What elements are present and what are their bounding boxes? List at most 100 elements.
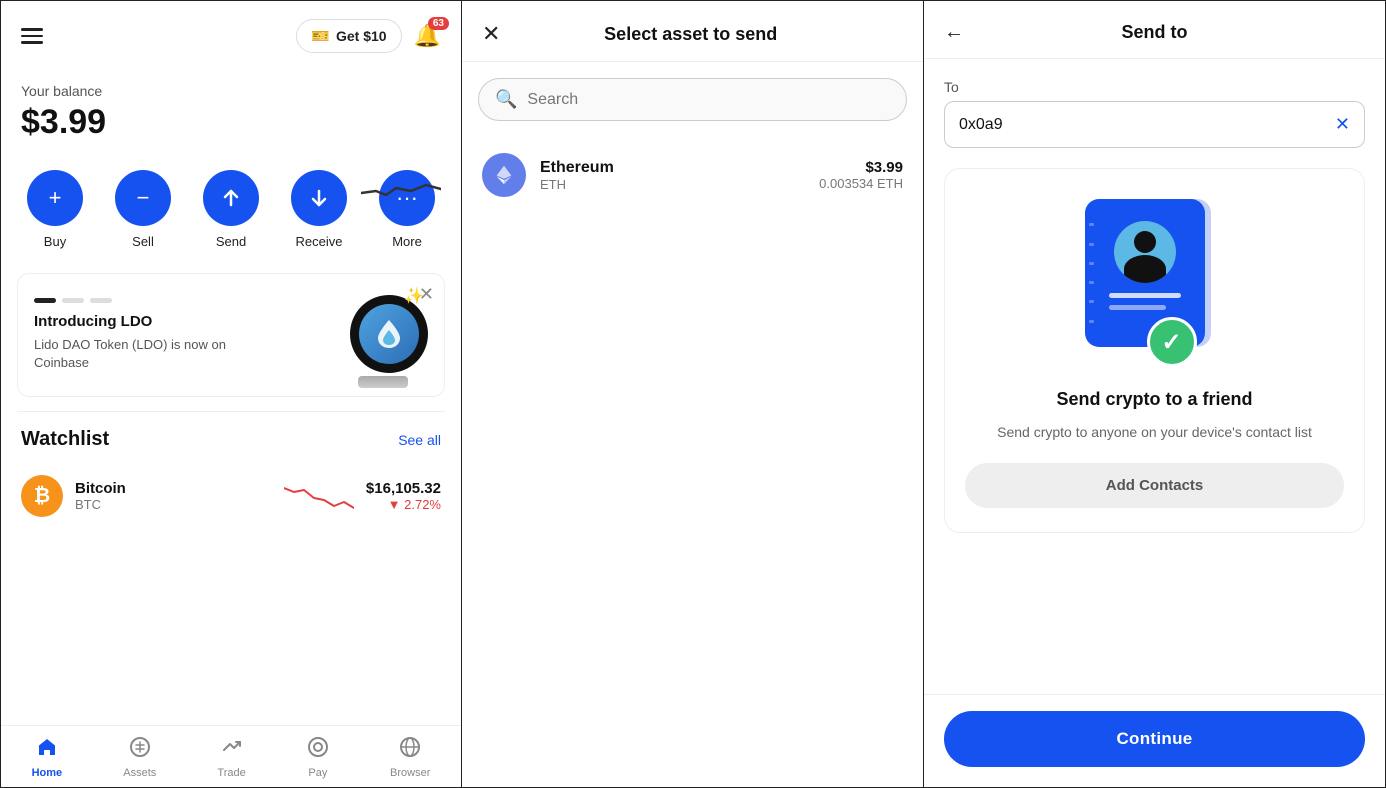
- btc-info: Bitcoin BTC: [75, 480, 272, 512]
- search-icon: 🔍: [495, 89, 517, 110]
- eth-asset-row[interactable]: Ethereum ETH $3.99 0.003534 ETH: [462, 137, 923, 213]
- send-friend-card: ✓ Send crypto to a friend Send crypto to…: [944, 168, 1365, 533]
- receive-label: Receive: [296, 234, 343, 249]
- eth-crypto-amount: 0.003534 ETH: [819, 176, 903, 191]
- receive-button[interactable]: [291, 170, 347, 226]
- card-lines: [1109, 293, 1181, 310]
- briefcase-icon: 🎫: [311, 27, 330, 45]
- nav-home[interactable]: Home: [32, 736, 63, 779]
- buy-label: Buy: [44, 234, 66, 249]
- browser-icon: [399, 736, 421, 764]
- send-to-title: Send to: [980, 22, 1329, 43]
- get-money-label: Get $10: [336, 28, 387, 44]
- promo-dot-2: [62, 298, 84, 303]
- send-friend-desc: Send crypto to anyone on your device's c…: [997, 422, 1312, 443]
- eth-info: Ethereum ETH: [540, 159, 805, 192]
- search-input[interactable]: [527, 91, 890, 109]
- star-icon: ✨: [404, 286, 424, 306]
- nav-assets-label: Assets: [123, 767, 156, 779]
- btc-chart: [284, 478, 354, 514]
- menu-icon[interactable]: [21, 28, 43, 44]
- nav-browser-label: Browser: [390, 767, 430, 779]
- search-bar[interactable]: 🔍: [478, 78, 907, 121]
- btc-price: $16,105.32: [366, 480, 441, 497]
- send-button[interactable]: [203, 170, 259, 226]
- promo-description: Lido DAO Token (LDO) is now on Coinbase: [34, 336, 234, 372]
- clear-address-button[interactable]: ✕: [1335, 114, 1350, 135]
- nav-browser[interactable]: Browser: [390, 736, 430, 779]
- to-input-wrap[interactable]: 0x0a9 ✕: [944, 101, 1365, 148]
- pay-icon: [307, 736, 329, 764]
- balance-label: Your balance: [21, 83, 441, 99]
- back-button[interactable]: ←: [944, 21, 964, 44]
- send-friend-title: Send crypto to a friend: [1056, 389, 1252, 410]
- sell-label: Sell: [132, 234, 154, 249]
- promo-dots: [34, 298, 234, 303]
- home-icon: [36, 736, 58, 764]
- promo-title: Introducing LDO: [34, 313, 234, 330]
- btc-ticker: BTC: [75, 497, 272, 512]
- nav-trade[interactable]: Trade: [217, 736, 245, 779]
- see-all-link[interactable]: See all: [398, 432, 441, 448]
- sell-button-wrap: − Sell: [115, 170, 171, 249]
- panel-select-asset: ✕ Select asset to send 🔍 Ethereum ETH $3…: [462, 0, 924, 788]
- home-header: 🎫 Get $10 🔔 63: [1, 1, 461, 63]
- btc-asset-row[interactable]: ₿ Bitcoin BTC $16,105.32 ▼ 2.72%: [1, 461, 461, 531]
- eth-usd-value: $3.99: [819, 159, 903, 176]
- nav-trade-label: Trade: [217, 767, 245, 779]
- btc-change: ▼ 2.72%: [366, 497, 441, 512]
- send-button-wrap: Send: [203, 170, 259, 249]
- send-to-body: To 0x0a9 ✕: [924, 59, 1385, 694]
- btc-icon: ₿: [21, 475, 63, 517]
- notification-button[interactable]: 🔔 63: [414, 23, 441, 49]
- eth-icon: [482, 153, 526, 197]
- send-label: Send: [216, 234, 246, 249]
- to-label: To: [944, 79, 1365, 95]
- check-circle: ✓: [1147, 317, 1197, 367]
- balance-section: Your balance $3.99: [1, 63, 461, 152]
- buy-button-wrap: + Buy: [27, 170, 83, 249]
- close-button[interactable]: ✕: [482, 21, 500, 47]
- btc-price-wrap: $16,105.32 ▼ 2.72%: [366, 480, 441, 512]
- eth-ticker: ETH: [540, 177, 805, 192]
- nav-home-label: Home: [32, 767, 63, 779]
- nav-pay-label: Pay: [308, 767, 327, 779]
- promo-content: Introducing LDO Lido DAO Token (LDO) is …: [34, 298, 234, 372]
- select-asset-title: Select asset to send: [604, 24, 777, 45]
- to-address-value: 0x0a9: [959, 116, 1335, 134]
- assets-icon: [129, 736, 151, 764]
- sell-button[interactable]: −: [115, 170, 171, 226]
- send-to-footer: Continue: [924, 694, 1385, 787]
- balance-chart: [361, 173, 441, 213]
- watchlist-header: Watchlist See all: [1, 412, 461, 461]
- promo-dot-3: [90, 298, 112, 303]
- promo-text: Introducing LDO Lido DAO Token (LDO) is …: [34, 313, 234, 372]
- nav-pay[interactable]: Pay: [307, 736, 329, 779]
- trade-icon: [221, 736, 243, 764]
- ldo-illustration: ✨: [338, 290, 428, 380]
- promo-dot-1: [34, 298, 56, 303]
- balance-amount: $3.99: [21, 103, 441, 142]
- get-money-button[interactable]: 🎫 Get $10: [296, 19, 401, 53]
- eth-name: Ethereum: [540, 159, 805, 177]
- ldo-stand: [358, 376, 408, 388]
- bottom-nav: Home Assets Trade: [1, 725, 461, 787]
- promo-card[interactable]: ✕ Introducing LDO Lido DAO Token (LDO) i…: [17, 273, 445, 397]
- eth-values: $3.99 0.003534 ETH: [819, 159, 903, 191]
- select-asset-header: ✕ Select asset to send: [462, 1, 923, 62]
- continue-button[interactable]: Continue: [944, 711, 1365, 767]
- buy-button[interactable]: +: [27, 170, 83, 226]
- header-right: 🎫 Get $10 🔔 63: [296, 19, 441, 53]
- panel-send-to: ← Send to To 0x0a9 ✕: [924, 0, 1386, 788]
- contact-illustration: ✓: [1075, 199, 1235, 369]
- avatar-circle: [1114, 221, 1176, 283]
- send-to-header: ← Send to: [924, 1, 1385, 59]
- more-label: More: [392, 234, 422, 249]
- btc-name: Bitcoin: [75, 480, 272, 497]
- panel-home: 🎫 Get $10 🔔 63 Your balance $3.99 + Buy …: [0, 0, 462, 788]
- watchlist-title: Watchlist: [21, 428, 109, 451]
- nav-assets[interactable]: Assets: [123, 736, 156, 779]
- add-contacts-wrap: Add Contacts: [965, 463, 1344, 508]
- add-contacts-button[interactable]: Add Contacts: [965, 463, 1344, 508]
- receive-button-wrap: Receive: [291, 170, 347, 249]
